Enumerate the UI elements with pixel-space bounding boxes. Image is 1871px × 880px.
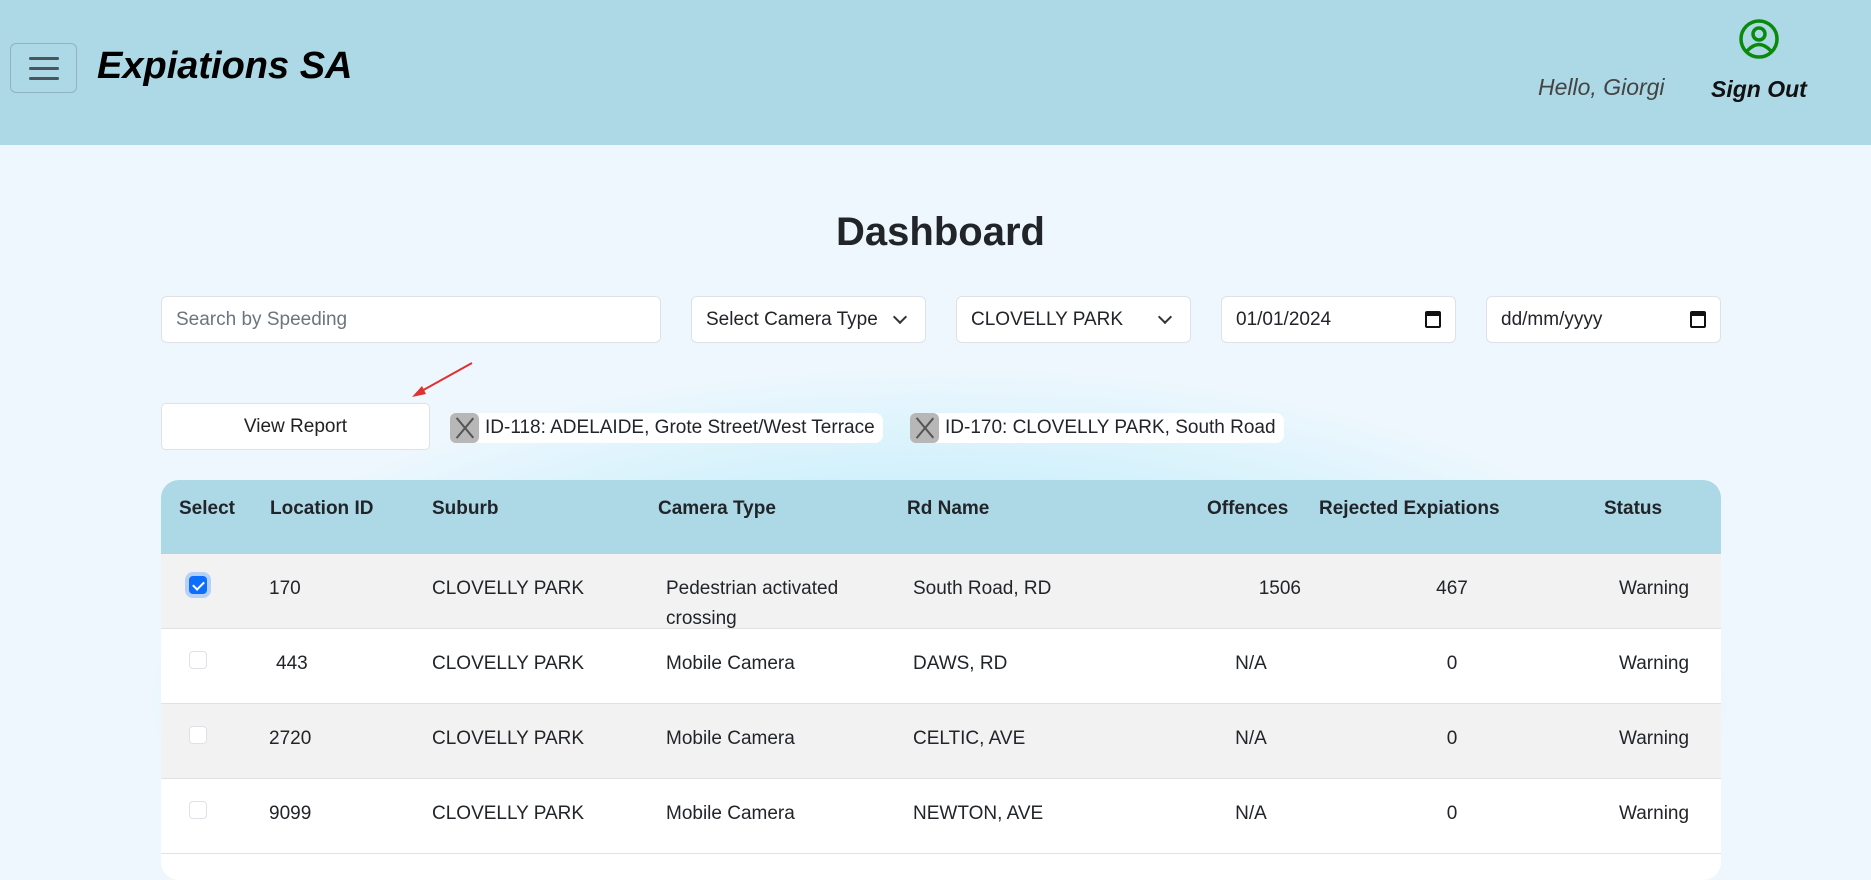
rejected-expiations-cell: 467 <box>1436 578 1468 599</box>
chevron-down-icon <box>892 309 908 324</box>
suburb-cell: CLOVELLY PARK <box>432 653 585 674</box>
view-report-button[interactable]: View Report <box>161 403 430 450</box>
road-name-cell: NEWTON, AVE <box>913 803 1044 824</box>
location-id-cell: 9099 <box>269 803 312 824</box>
column-header: Camera Type <box>658 498 776 519</box>
date-to-input[interactable]: dd/mm/yyyy <box>1486 296 1721 343</box>
greeting-text: Hello, Giorgi <box>1538 74 1665 100</box>
remove-chip-icon[interactable] <box>450 413 479 443</box>
table-row: 9099 CLOVELLY PARK Mobile Camera NEWTON,… <box>161 779 1721 854</box>
road-name-cell: CELTIC, AVE <box>913 728 1026 749</box>
camera-type-cell: Mobile Camera <box>666 803 795 824</box>
column-header: Select <box>179 498 235 519</box>
status-cell: Warning <box>1619 578 1690 599</box>
selected-location-chip: ID-118: ADELAIDE, Grote Street/West Terr… <box>450 413 883 443</box>
row-select-checkbox[interactable] <box>189 801 207 819</box>
row-select-checkbox[interactable] <box>189 576 207 594</box>
calendar-icon[interactable] <box>1690 311 1706 328</box>
road-name-cell: South Road, RD <box>913 578 1052 599</box>
menu-toggle-button[interactable] <box>10 43 77 93</box>
chip-label: ID-118: ADELAIDE, Grote Street/West Terr… <box>485 417 875 438</box>
date-to-value: dd/mm/yyyy <box>1501 308 1603 330</box>
date-from-value: 01/01/2024 <box>1236 308 1332 330</box>
camera-type-cell: Mobile Camera <box>666 653 795 674</box>
user-circle-icon[interactable] <box>1738 18 1780 60</box>
locations-table: Select Location ID Suburb Camera Type Rd… <box>161 480 1721 880</box>
offences-cell: N/A <box>1235 653 1267 674</box>
status-cell: Warning <box>1619 803 1690 824</box>
column-header: Rejected Expiations <box>1319 498 1500 519</box>
rejected-expiations-cell: 0 <box>1446 803 1458 824</box>
column-header: Rd Name <box>907 498 990 519</box>
suburb-cell: CLOVELLY PARK <box>432 728 585 749</box>
remove-chip-icon[interactable] <box>910 413 939 443</box>
offences-cell: N/A <box>1235 728 1267 749</box>
row-select-checkbox[interactable] <box>189 726 207 744</box>
table-header: Select Location ID Suburb Camera Type Rd… <box>161 480 1721 554</box>
suburb-value: CLOVELLY PARK <box>971 308 1124 330</box>
location-id-cell: 170 <box>269 578 301 599</box>
date-from-input[interactable]: 01/01/2024 <box>1221 296 1456 343</box>
status-cell: Warning <box>1619 728 1690 749</box>
row-select-checkbox[interactable] <box>189 651 207 669</box>
road-name-cell: DAWS, RD <box>913 653 1008 674</box>
calendar-icon[interactable] <box>1425 311 1441 328</box>
status-cell: Warning <box>1619 653 1690 674</box>
suburb-cell: CLOVELLY PARK <box>432 578 585 599</box>
chevron-down-icon <box>1157 309 1173 324</box>
annotation-arrow-icon <box>412 362 473 397</box>
search-input[interactable]: Search by Speeding <box>161 296 661 343</box>
offences-cell: 1506 <box>1258 578 1301 599</box>
suburb-cell: CLOVELLY PARK <box>432 803 585 824</box>
rejected-expiations-cell: 0 <box>1446 653 1458 674</box>
camera-type-cell: Pedestrian activated crossing <box>666 578 839 629</box>
camera-type-value: Select Camera Type <box>706 308 878 330</box>
column-header: Location ID <box>270 498 374 519</box>
selected-location-chip: ID-170: CLOVELLY PARK, South Road <box>910 413 1284 443</box>
suburb-select[interactable]: CLOVELLY PARK <box>956 296 1191 343</box>
sign-out-link[interactable]: Sign Out <box>1711 76 1807 103</box>
chip-label: ID-170: CLOVELLY PARK, South Road <box>945 417 1276 438</box>
table-row: 443 CLOVELLY PARK Mobile Camera DAWS, RD… <box>161 629 1721 704</box>
table-row: 170 CLOVELLY PARK Pedestrian activated c… <box>161 554 1721 629</box>
column-header: Suburb <box>432 498 499 519</box>
offences-cell: N/A <box>1235 803 1267 824</box>
brand-title[interactable]: Expiations SA <box>97 45 353 88</box>
column-header: Status <box>1604 498 1663 519</box>
search-placeholder: Search by Speeding <box>176 308 348 330</box>
column-header: Offences <box>1207 498 1289 519</box>
location-id-cell: 2720 <box>269 728 312 749</box>
location-id-cell: 443 <box>276 653 308 674</box>
rejected-expiations-cell: 0 <box>1446 728 1458 749</box>
table-row: 2720 CLOVELLY PARK Mobile Camera CELTIC,… <box>161 704 1721 779</box>
page-title: Dashboard <box>836 210 1045 254</box>
camera-type-cell: Mobile Camera <box>666 728 795 749</box>
camera-type-select[interactable]: Select Camera Type <box>691 296 926 343</box>
top-navbar: Expiations SA Hello, Giorgi Sign Out <box>0 0 1871 145</box>
